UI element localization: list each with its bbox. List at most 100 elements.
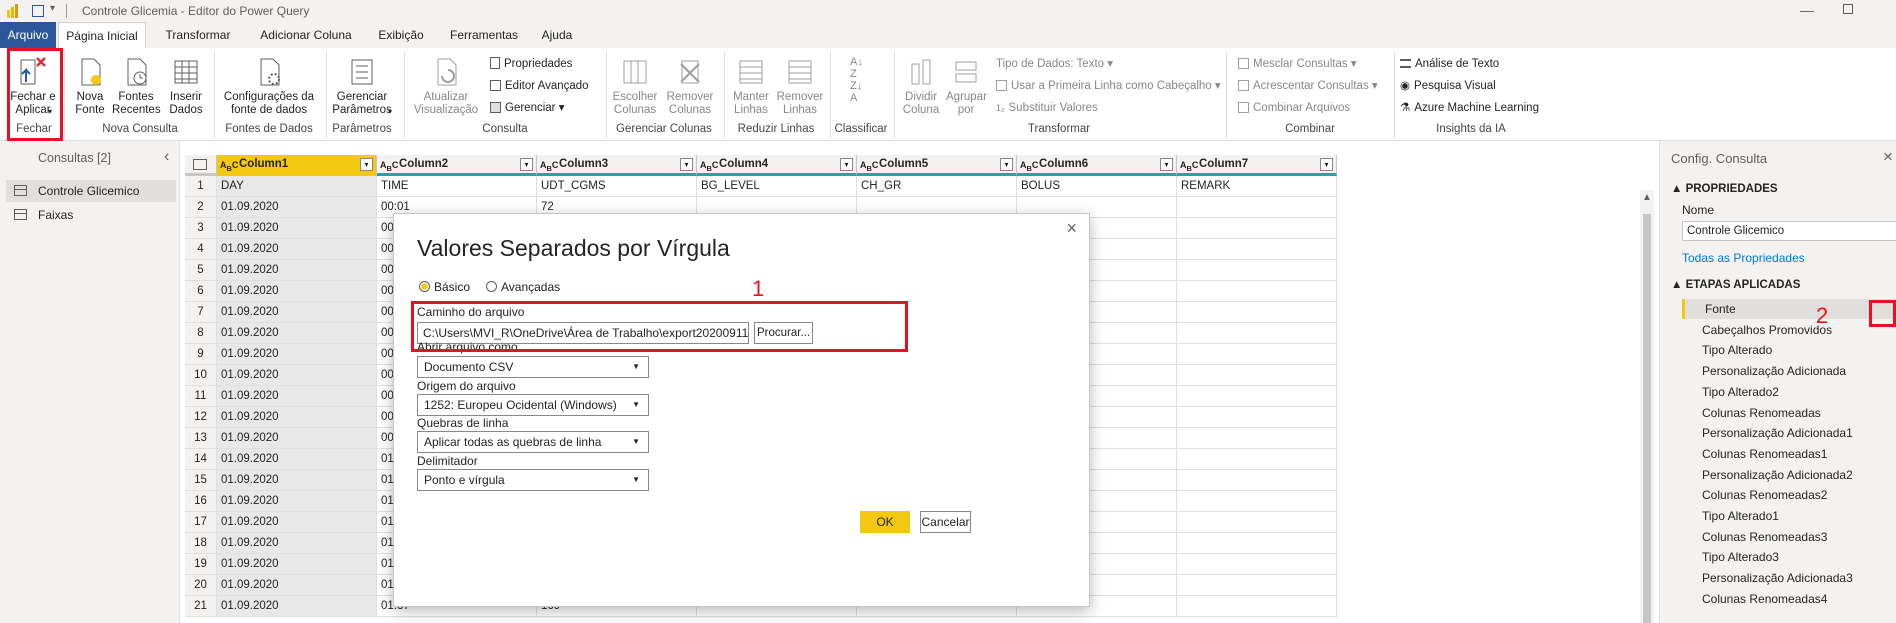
tab-arquivo[interactable]: Arquivo [0,22,56,48]
restore-button[interactable] [1843,4,1853,14]
grid-cell[interactable]: 01.09.2020 [217,554,377,575]
grid-cell[interactable]: UDT_CGMS [537,176,697,197]
applied-step[interactable]: Tipo Alterado3 [1682,547,1896,567]
grid-cell[interactable] [1177,596,1337,617]
grid-cell[interactable] [1177,281,1337,302]
close-icon[interactable]: × [1066,218,1077,239]
grid-cell[interactable]: 01.09.2020 [217,239,377,260]
grid-cell[interactable] [1177,512,1337,533]
grid-cell[interactable]: DAY [217,176,377,197]
grid-cell[interactable] [1177,491,1337,512]
cancel-button[interactable]: Cancelar [920,511,971,533]
sort-descending-icon[interactable]: Z↓ A [850,80,862,104]
grid-cell[interactable] [1177,218,1337,239]
grid-cell[interactable] [1177,533,1337,554]
grid-cell[interactable]: 01.09.2020 [217,218,377,239]
grid-cell[interactable]: 01.09.2020 [217,449,377,470]
agrupar-por-button[interactable]: Agrupar por [946,56,987,117]
minimize-button[interactable]: — [1800,2,1814,18]
grid-cell[interactable] [1177,260,1337,281]
grid-cell[interactable]: BOLUS [1017,176,1177,197]
grid-cell[interactable]: BG_LEVEL [697,176,857,197]
applied-step[interactable]: Cabeçalhos Promovidos✲ [1682,320,1896,340]
inserir-dados-button[interactable]: Inserir Dados [164,56,208,117]
origin-select[interactable]: 1252: Europeu Ocidental (Windows) ▼ [417,394,649,416]
config-fonte-button[interactable]: Configurações da fonte de dados [218,56,320,117]
column-header-2[interactable]: ABC Column2 ▾ [377,155,537,176]
grid-cell[interactable] [1177,554,1337,575]
grid-cell[interactable] [1177,449,1337,470]
grid-cell[interactable]: 01.09.2020 [217,428,377,449]
grid-cell[interactable] [1177,575,1337,596]
column-header-4[interactable]: ABC Column4 ▾ [697,155,857,176]
grid-cell[interactable]: 01.09.2020 [217,575,377,596]
pesquisa-visual-button[interactable]: ◉ Pesquisa Visual [1400,79,1496,93]
grid-cell[interactable]: 01.09.2020 [217,596,377,617]
acrescentar-consultas-button[interactable]: Acrescentar Consultas ▾ [1238,79,1378,93]
tab-exibicao[interactable]: Exibição [366,22,436,48]
query-item-controle-glicemico[interactable]: Controle Glicemico [6,180,176,202]
grid-cell[interactable] [1177,407,1337,428]
grid-cell[interactable]: 01.09.2020 [217,407,377,428]
breaks-select[interactable]: Aplicar todas as quebras de linha ▼ [417,431,649,453]
nova-fonte-button[interactable]: Nova Fonte [70,56,110,117]
column-header-1[interactable]: ABC Column1 ▾ [217,155,377,176]
applied-step[interactable]: Colunas Renomeadas1 [1682,444,1896,464]
grid-cell[interactable]: 01.09.2020 [217,302,377,323]
editor-avancado-button[interactable]: Editor Avançado [490,79,589,93]
grid-cell[interactable] [1177,323,1337,344]
primeira-linha-button[interactable]: Usar a Primeira Linha como Cabeçalho ▾ [996,79,1221,93]
applied-step[interactable]: Colunas Renomeadas3 [1682,527,1896,547]
grid-cell[interactable]: 01.09.2020 [217,260,377,281]
applied-step[interactable]: Tipo Alterado2 [1682,382,1896,402]
grid-cell[interactable]: 01.09.2020 [217,344,377,365]
scroll-thumb[interactable] [1643,214,1651,623]
grid-cell[interactable]: 01.09.2020 [217,470,377,491]
open-as-select[interactable]: Documento CSV ▼ [417,356,649,378]
manter-linhas-button[interactable]: Manter Linhas [728,56,774,117]
grid-cell[interactable]: REMARK [1177,176,1337,197]
grid-cell[interactable] [1177,344,1337,365]
remover-colunas-button[interactable]: Remover Colunas [664,56,716,117]
analise-texto-button[interactable]: Análise de Texto [1400,57,1499,71]
grid-cell[interactable] [1177,302,1337,323]
radio-basico[interactable]: Básico [419,280,470,294]
tipo-dados-dropdown[interactable]: Tipo de Dados: Texto ▾ [996,57,1113,71]
collapse-pane-icon[interactable]: ‹ [164,148,169,166]
name-input[interactable]: Controle Glicemico [1682,221,1896,241]
grid-cell[interactable]: 01.09.2020 [217,281,377,302]
grid-cell[interactable]: 01.09.2020 [217,386,377,407]
applied-step[interactable]: Personalização Adicionada✲ [1682,361,1896,381]
sort-ascending-icon[interactable]: A↓ Z [850,56,863,80]
applied-step[interactable]: Tipo Alterado [1682,340,1896,360]
tab-adicionar-coluna[interactable]: Adicionar Coluna [252,22,360,48]
query-item-faixas[interactable]: Faixas [6,204,176,226]
applied-step[interactable]: Colunas Renomeadas [1682,403,1896,423]
remover-linhas-button[interactable]: Remover Linhas [776,56,824,117]
azure-ml-button[interactable]: ⚗ Azure Machine Learning [1400,101,1539,115]
quick-access-dropdown-icon[interactable]: ▾ [50,3,55,14]
ok-button[interactable]: OK [860,511,910,533]
gerenciar-button[interactable]: Gerenciar ▾ [490,101,564,115]
grid-corner[interactable] [185,155,217,176]
close-pane-icon[interactable]: × [1883,147,1893,167]
atualizar-visualizacao-button[interactable]: Atualizar Visualização [410,56,482,117]
propriedades-button[interactable]: Propriedades [490,57,572,71]
column-header-6[interactable]: ABC Column6 ▾ [1017,155,1177,176]
grid-cell[interactable]: 01.09.2020 [217,491,377,512]
escolher-colunas-button[interactable]: Escolher Colunas [610,56,660,117]
grid-cell[interactable]: 01.09.2020 [217,533,377,554]
grid-cell[interactable] [1177,197,1337,218]
grid-cell[interactable]: 01.09.2020 [217,323,377,344]
applied-step[interactable]: Personalização Adicionada3✲ [1682,568,1896,588]
grid-cell[interactable] [1177,386,1337,407]
column-header-7[interactable]: ABC Column7 ▾ [1177,155,1337,176]
substituir-valores-button[interactable]: 1₂ Substituir Valores [996,101,1098,115]
applied-step[interactable]: Fonte✲ [1682,299,1896,319]
grid-cell[interactable]: CH_GR [857,176,1017,197]
column-header-3[interactable]: ABC Column3 ▾ [537,155,697,176]
applied-step[interactable]: Personalização Adicionada2✲ [1682,465,1896,485]
applied-step[interactable]: Colunas Renomeadas2 [1682,485,1896,505]
delimiter-select[interactable]: Ponto e vírgula ▼ [417,469,649,491]
gerenciar-parametros-button[interactable]: Gerenciar Parâmetros [330,56,394,117]
